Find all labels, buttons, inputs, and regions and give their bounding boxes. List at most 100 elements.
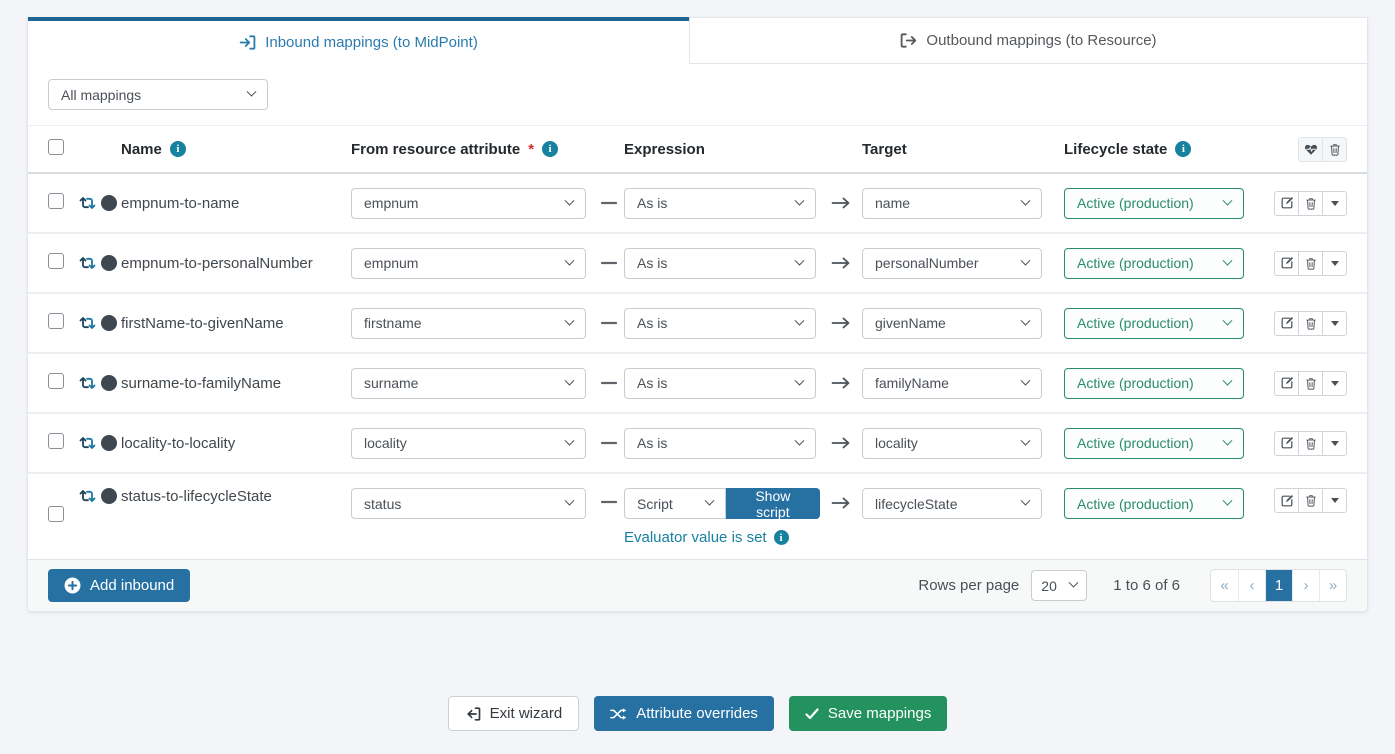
expression-select[interactable]: As is	[624, 368, 816, 399]
row-checkbox[interactable]	[48, 433, 64, 449]
from-attribute-select[interactable]: firstname	[351, 308, 586, 339]
header-name-label: Name	[121, 141, 162, 158]
lifecycle-state-select[interactable]: Active (production)	[1064, 188, 1244, 219]
info-icon[interactable]: i	[774, 530, 789, 545]
caret-down-icon	[1331, 498, 1339, 503]
trash-icon	[1305, 257, 1317, 270]
heart-pulse-button[interactable]	[1298, 137, 1323, 162]
row-menu-button[interactable]	[1322, 488, 1347, 513]
from-attribute-select[interactable]: status	[351, 488, 586, 519]
edit-row-button[interactable]	[1274, 488, 1299, 513]
from-attribute-select[interactable]: locality	[351, 428, 586, 459]
delete-row-button[interactable]	[1298, 371, 1323, 396]
mapping-name: status-to-lifecycleState	[121, 474, 351, 505]
target-select[interactable]: locality	[862, 428, 1042, 459]
edit-row-button[interactable]	[1274, 311, 1299, 336]
pagination-prev[interactable]: ‹	[1238, 570, 1265, 601]
row-menu-button[interactable]	[1322, 251, 1347, 276]
row-checkbox[interactable]	[48, 506, 64, 522]
rows-per-page-select[interactable]: 20	[1031, 570, 1087, 601]
tab-outbound-label: Outbound mappings (to Resource)	[926, 32, 1156, 49]
add-inbound-button[interactable]: Add inbound	[48, 569, 190, 602]
row-menu-button[interactable]	[1322, 311, 1347, 336]
info-icon[interactable]: i	[542, 141, 558, 157]
expression-select[interactable]: As is	[624, 188, 816, 219]
header-target-label: Target	[862, 141, 907, 158]
arrow-right-icon	[831, 195, 851, 211]
mapping-retweet-icon	[76, 195, 99, 211]
edit-row-button[interactable]	[1274, 371, 1299, 396]
expression-select[interactable]: Script	[624, 488, 726, 519]
trash-icon	[1305, 377, 1317, 390]
delete-row-button[interactable]	[1298, 488, 1323, 513]
table-header: Name i From resource attribute * i Expre…	[28, 126, 1367, 174]
dash-icon	[601, 261, 617, 265]
delete-row-button[interactable]	[1298, 251, 1323, 276]
dash-icon	[601, 500, 617, 504]
info-icon[interactable]: i	[1175, 141, 1191, 157]
info-icon[interactable]: i	[170, 141, 186, 157]
row-checkbox[interactable]	[48, 193, 64, 209]
from-attribute-select[interactable]: empnum	[351, 188, 586, 219]
evaluator-note: Evaluator value is set i	[624, 529, 820, 546]
lifecycle-state-select[interactable]: Active (production)	[1064, 368, 1244, 399]
target-select[interactable]: givenName	[862, 308, 1042, 339]
row-checkbox[interactable]	[48, 253, 64, 269]
row-menu-button[interactable]	[1322, 431, 1347, 456]
chevron-down-icon	[565, 435, 575, 445]
target-select[interactable]: familyName	[862, 368, 1042, 399]
row-checkbox[interactable]	[48, 313, 64, 329]
pagination-next[interactable]: ›	[1292, 570, 1319, 601]
arrow-right-icon	[831, 495, 851, 511]
chevron-down-icon	[1223, 496, 1233, 506]
tab-outbound-mappings[interactable]: Outbound mappings (to Resource)	[689, 17, 1367, 64]
expression-select[interactable]: As is	[624, 428, 816, 459]
check-icon	[805, 708, 819, 720]
edit-row-button[interactable]	[1274, 191, 1299, 216]
delete-row-button[interactable]	[1298, 191, 1323, 216]
edit-row-button[interactable]	[1274, 431, 1299, 456]
mapping-name: firstName-to-givenName	[121, 315, 351, 332]
target-select[interactable]: lifecycleState	[862, 488, 1042, 519]
lifecycle-state-select[interactable]: Active (production)	[1064, 488, 1244, 519]
lifecycle-state-select[interactable]: Active (production)	[1064, 248, 1244, 279]
chevron-down-icon	[565, 375, 575, 385]
delete-all-button[interactable]	[1322, 137, 1347, 162]
pagination-page-1[interactable]: 1	[1265, 570, 1292, 601]
table-row: locality-to-locality locality As is loca…	[28, 414, 1367, 474]
row-menu-button[interactable]	[1322, 371, 1347, 396]
expression-select[interactable]: As is	[624, 308, 816, 339]
mapping-status-dot	[101, 488, 117, 504]
show-script-button[interactable]: Show script	[726, 488, 820, 519]
pagination-first[interactable]: «	[1211, 570, 1238, 601]
save-mappings-button[interactable]: Save mappings	[789, 696, 947, 731]
exit-wizard-button[interactable]: Exit wizard	[448, 696, 580, 731]
dash-icon	[601, 381, 617, 385]
mapping-status-dot	[101, 315, 117, 331]
select-all-checkbox[interactable]	[48, 139, 64, 155]
mappings-card: Inbound mappings (to MidPoint) Outbound …	[27, 17, 1368, 612]
delete-row-button[interactable]	[1298, 431, 1323, 456]
dash-icon	[601, 441, 617, 445]
from-attribute-select[interactable]: surname	[351, 368, 586, 399]
target-select[interactable]: name	[862, 188, 1042, 219]
chevron-down-icon	[1021, 375, 1031, 385]
row-checkbox[interactable]	[48, 373, 64, 389]
chevron-down-icon	[247, 87, 257, 97]
mapping-status-dot	[101, 435, 117, 451]
mappings-filter-select[interactable]: All mappings	[48, 79, 268, 110]
lifecycle-state-select[interactable]: Active (production)	[1064, 308, 1244, 339]
edit-row-button[interactable]	[1274, 251, 1299, 276]
lifecycle-state-select[interactable]: Active (production)	[1064, 428, 1244, 459]
trash-icon	[1305, 317, 1317, 330]
delete-row-button[interactable]	[1298, 311, 1323, 336]
attribute-overrides-button[interactable]: Attribute overrides	[594, 696, 774, 731]
row-menu-button[interactable]	[1322, 191, 1347, 216]
expression-select[interactable]: As is	[624, 248, 816, 279]
filter-bar: All mappings	[28, 64, 1367, 126]
target-select[interactable]: personalNumber	[862, 248, 1042, 279]
pagination-last[interactable]: »	[1319, 570, 1346, 601]
trash-icon	[1305, 197, 1317, 210]
from-attribute-select[interactable]: empnum	[351, 248, 586, 279]
tab-inbound-mappings[interactable]: Inbound mappings (to MidPoint)	[28, 17, 689, 64]
